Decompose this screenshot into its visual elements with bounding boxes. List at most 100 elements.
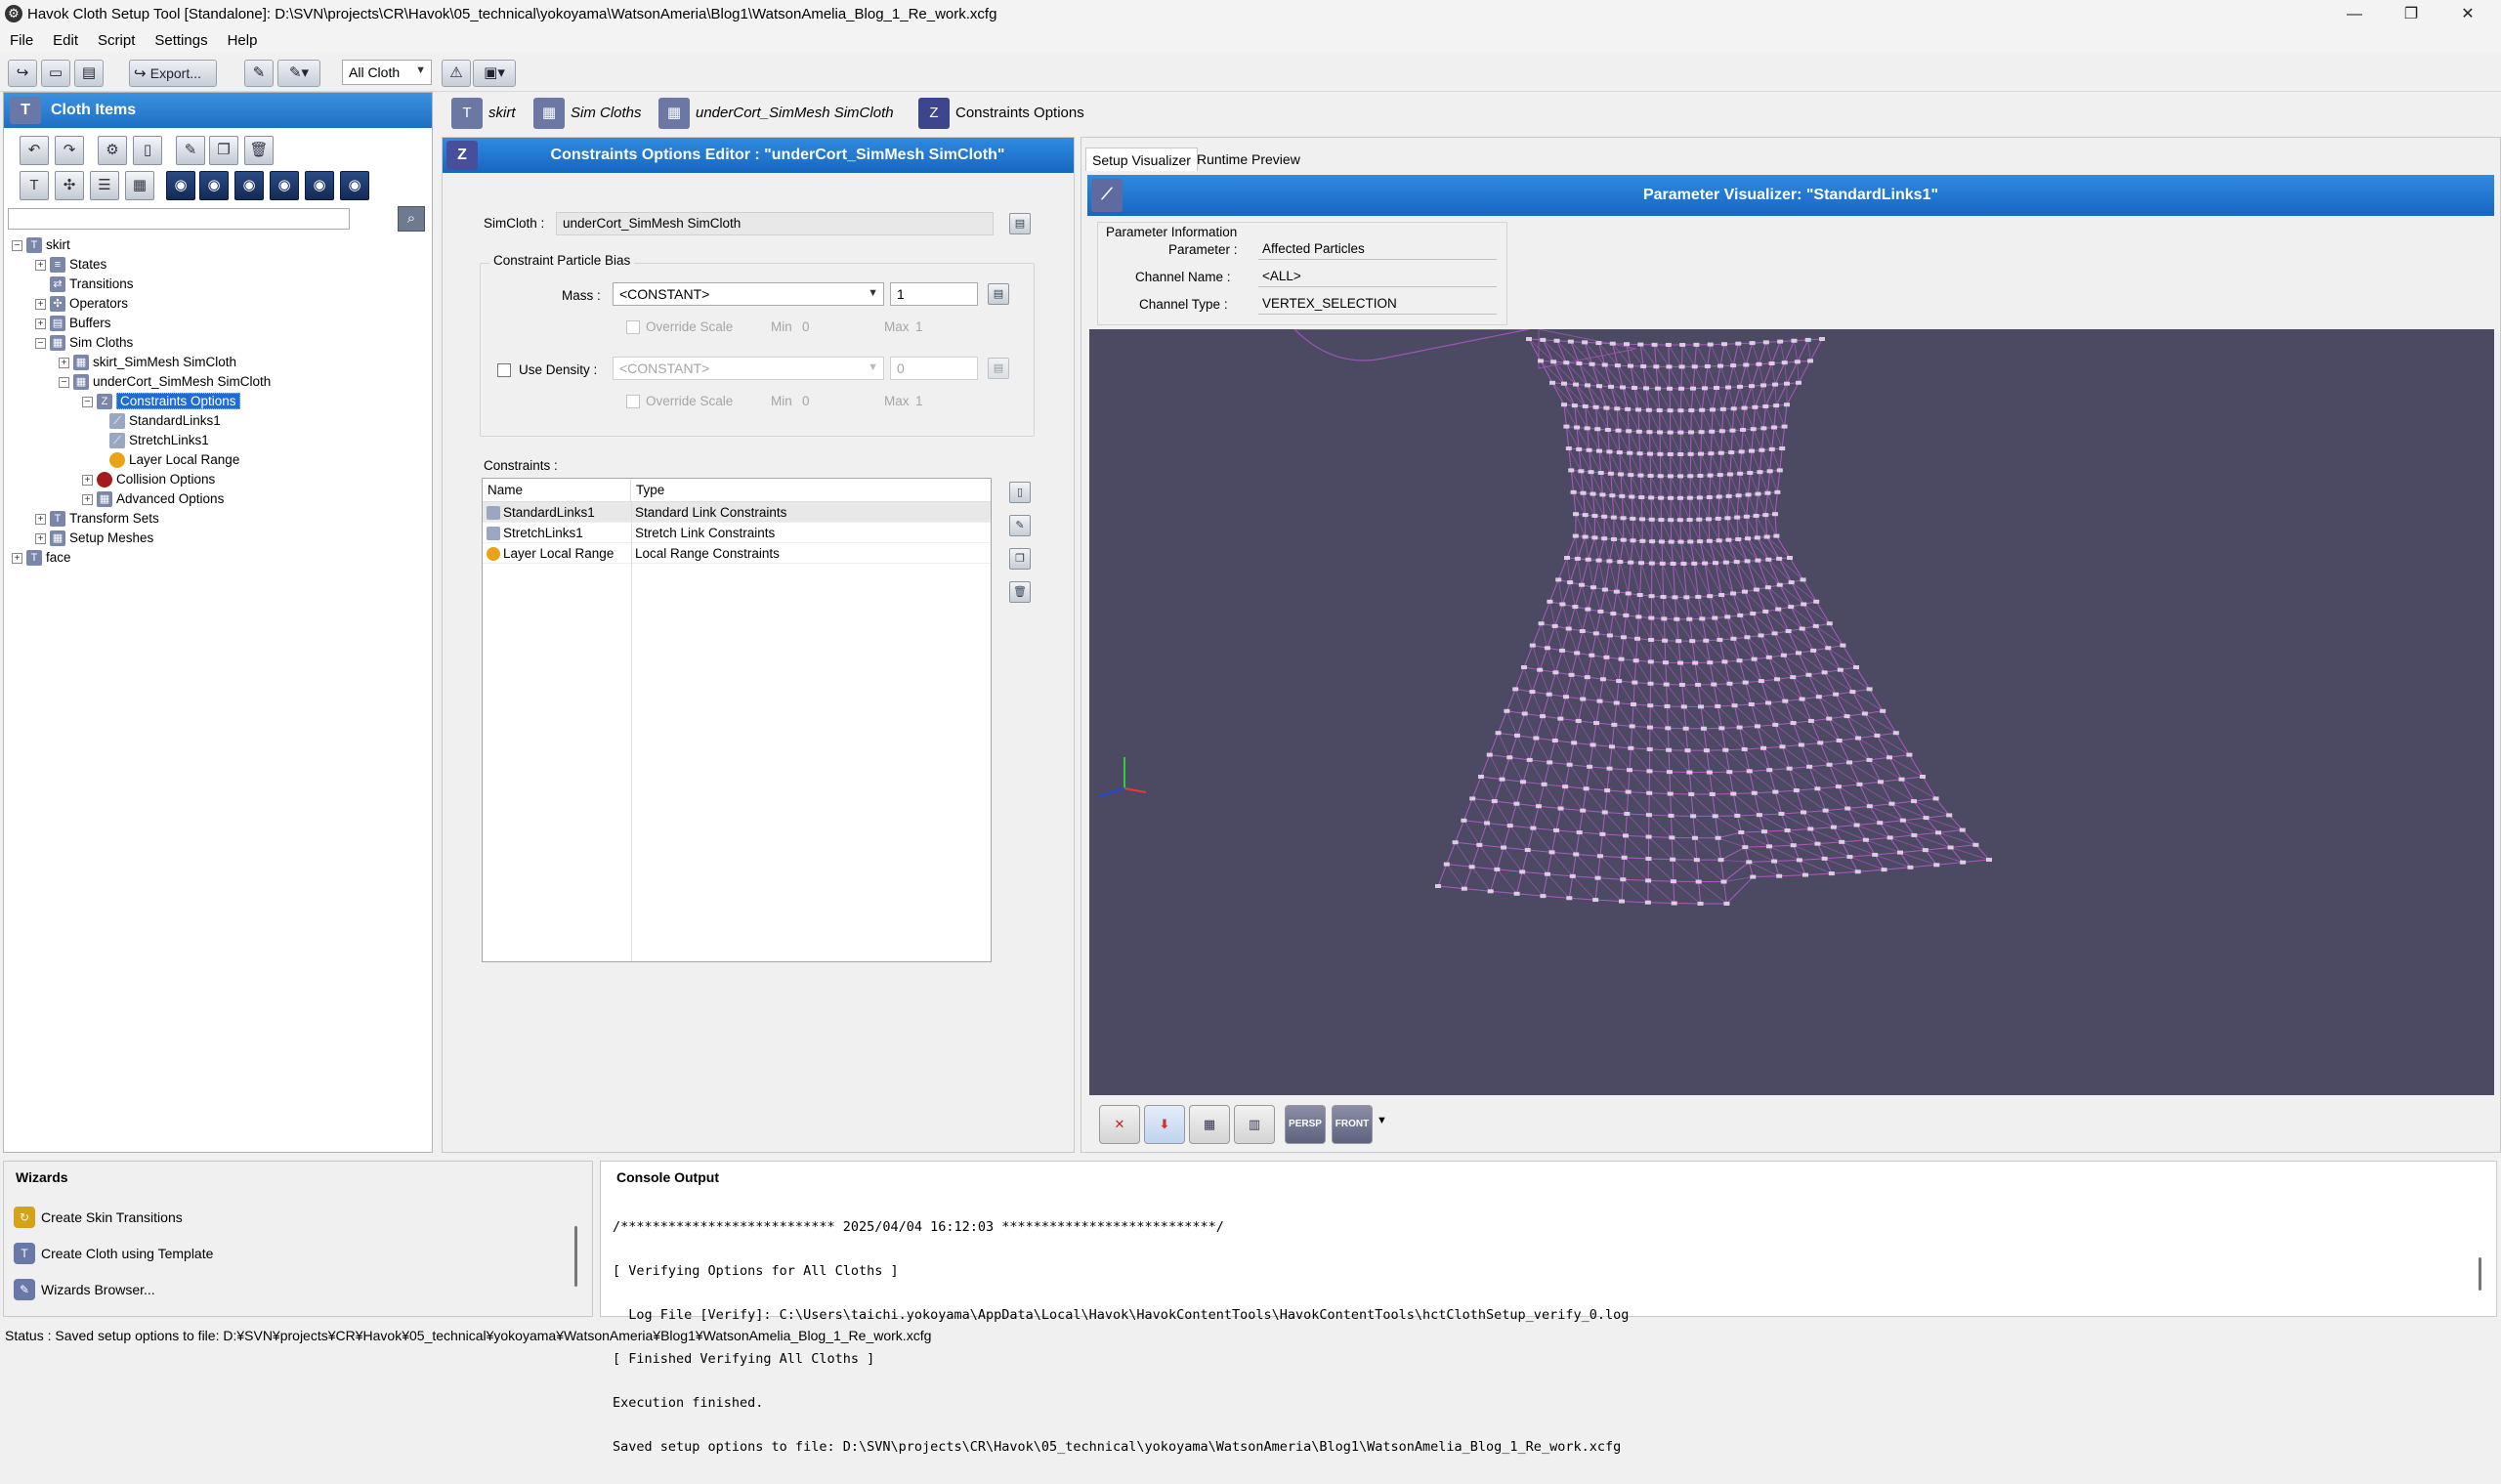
close-button[interactable]: ✕: [2440, 2, 2495, 27]
tab-runtime-preview[interactable]: Runtime Preview: [1191, 148, 1306, 171]
new-document-icon[interactable]: ▯: [133, 136, 162, 165]
density-min-value[interactable]: 0: [802, 394, 810, 408]
collapse-icon[interactable]: −: [35, 338, 46, 349]
mass-override-scale-checkbox[interactable]: [626, 320, 640, 334]
tree-node-transform-sets[interactable]: +TTransform Sets: [35, 509, 159, 529]
minimize-button[interactable]: —: [2327, 2, 2382, 27]
density-value-input[interactable]: 0: [890, 357, 978, 380]
use-density-checkbox[interactable]: [497, 363, 511, 377]
export-button[interactable]: ↪ Export...: [129, 60, 217, 87]
column-header-type[interactable]: Type: [631, 479, 991, 502]
menu-settings[interactable]: Settings: [145, 29, 217, 52]
new-icon[interactable]: ↪: [8, 60, 37, 87]
undo-icon[interactable]: ↶: [20, 136, 49, 165]
perspective-button[interactable]: PERSP: [1285, 1105, 1326, 1144]
breadcrumb-constraints-options[interactable]: ZConstraints Options: [914, 96, 1084, 131]
breadcrumb-undercort-simcloth[interactable]: ▦underCort_SimMesh SimCloth: [655, 96, 894, 131]
wizard-create-skin-transitions[interactable]: ↻Create Skin Transitions: [14, 1205, 183, 1230]
reset-view-icon[interactable]: ✕: [1099, 1105, 1140, 1144]
delete-icon[interactable]: 🗑: [244, 136, 274, 165]
breadcrumb-sim-cloths[interactable]: ▦Sim Cloths: [530, 96, 642, 131]
settings-gear-icon[interactable]: ⚙: [98, 136, 127, 165]
view-icon-4[interactable]: ◉: [270, 171, 299, 200]
redo-icon[interactable]: ↷: [55, 136, 84, 165]
tree-node-operators[interactable]: +✣Operators: [35, 294, 128, 314]
wizards-scrollbar[interactable]: [574, 1226, 577, 1287]
density-max-value[interactable]: 1: [915, 394, 923, 408]
menu-help[interactable]: Help: [218, 29, 268, 52]
view-icon-1[interactable]: ◉: [166, 171, 195, 200]
tree-node-buffers[interactable]: +▤Buffers: [35, 314, 111, 333]
mass-min-value[interactable]: 0: [802, 319, 810, 334]
table-row[interactable]: StandardLinks1Standard Link Constraints: [483, 502, 991, 523]
menu-script[interactable]: Script: [88, 29, 145, 52]
expand-icon[interactable]: +: [82, 494, 93, 505]
expand-icon[interactable]: +: [35, 260, 46, 271]
add-operator-icon[interactable]: ▦: [125, 171, 154, 200]
tree-node-sim-cloths[interactable]: −▦Sim Cloths: [35, 333, 133, 353]
grid-icon[interactable]: ▥: [1234, 1105, 1275, 1144]
copy-constraint-icon[interactable]: ❐: [1009, 548, 1031, 570]
console-scrollbar[interactable]: [2479, 1257, 2481, 1291]
edit-icon[interactable]: ✎: [244, 60, 274, 87]
add-state-icon[interactable]: ✣: [55, 171, 84, 200]
tree-node-skirt[interactable]: −Tskirt: [12, 235, 70, 255]
tree-node-stretchlinks1[interactable]: ⟋StretchLinks1: [109, 431, 209, 450]
tab-setup-visualizer[interactable]: Setup Visualizer: [1085, 148, 1198, 171]
simcloth-select-icon[interactable]: ▤: [1009, 213, 1031, 234]
tree-node-advanced-options[interactable]: +▦Advanced Options: [82, 489, 224, 509]
menu-edit[interactable]: Edit: [43, 29, 88, 52]
expand-icon[interactable]: +: [59, 358, 69, 368]
tree-node-layer-local-range[interactable]: Layer Local Range: [109, 450, 239, 470]
tree-node-transitions[interactable]: ⇄Transitions: [35, 275, 134, 294]
tree-node-states[interactable]: +≡States: [35, 255, 106, 275]
view-icon-2[interactable]: ◉: [199, 171, 229, 200]
front-view-button[interactable]: FRONT: [1332, 1105, 1373, 1144]
tree-node-skirt-simcloth[interactable]: +▦skirt_SimMesh SimCloth: [59, 353, 236, 372]
3d-viewport[interactable]: [1089, 329, 2494, 1095]
wizard-browser[interactable]: ✎Wizards Browser...: [14, 1277, 155, 1302]
add-cloth-icon[interactable]: T: [20, 171, 49, 200]
tree-node-constraints-options[interactable]: −ZConstraints Options: [82, 392, 240, 411]
copy-icon[interactable]: ❐: [209, 136, 238, 165]
density-edit-icon[interactable]: ▤: [988, 358, 1009, 379]
breadcrumb-skirt[interactable]: Tskirt: [447, 96, 516, 131]
menu-file[interactable]: File: [0, 29, 43, 52]
mesh-view-icon[interactable]: ▦: [1189, 1105, 1230, 1144]
edit-item-icon[interactable]: ✎: [176, 136, 205, 165]
collapse-icon[interactable]: −: [12, 240, 22, 251]
table-row[interactable]: Layer Local RangeLocal Range Constraints: [483, 543, 991, 564]
view-icon-6[interactable]: ◉: [340, 171, 369, 200]
drop-arrow-icon[interactable]: ⬇: [1144, 1105, 1185, 1144]
restore-button[interactable]: ❐: [2384, 2, 2438, 27]
tree-search-input[interactable]: [8, 208, 350, 230]
mass-edit-icon[interactable]: ▤: [988, 283, 1009, 305]
mass-channel-select[interactable]: <CONSTANT>▼: [613, 282, 884, 306]
save-icon[interactable]: ▤: [74, 60, 104, 87]
wizard-create-cloth-template[interactable]: TCreate Cloth using Template: [14, 1241, 213, 1266]
tree-node-face[interactable]: +Tface: [12, 548, 71, 568]
expand-icon[interactable]: +: [35, 514, 46, 525]
tree-node-setup-meshes[interactable]: +▦Setup Meshes: [35, 529, 153, 548]
search-icon[interactable]: ⌕: [398, 206, 425, 232]
mass-value-input[interactable]: 1: [890, 282, 978, 306]
view-icon-5[interactable]: ◉: [305, 171, 334, 200]
expand-icon[interactable]: +: [35, 318, 46, 329]
collapse-icon[interactable]: −: [59, 377, 69, 388]
tree-node-collision-options[interactable]: +Collision Options: [82, 470, 215, 489]
delete-constraint-icon[interactable]: 🗑: [1009, 581, 1031, 603]
density-override-scale-checkbox[interactable]: [626, 395, 640, 408]
density-channel-select[interactable]: <CONSTANT>▼: [613, 357, 884, 380]
cloth-filter-select[interactable]: All Cloth▼: [342, 60, 432, 85]
table-row[interactable]: StretchLinks1Stretch Link Constraints: [483, 523, 991, 543]
chevron-down-icon[interactable]: ▼: [1377, 1115, 1387, 1126]
expand-icon[interactable]: +: [35, 533, 46, 544]
view-icon-3[interactable]: ◉: [234, 171, 264, 200]
edit-constraint-icon[interactable]: ✎: [1009, 515, 1031, 536]
tree-node-standardlinks1[interactable]: ⟋StandardLinks1: [109, 411, 221, 431]
edit-dropdown-icon[interactable]: ✎▾: [277, 60, 320, 87]
expand-icon[interactable]: +: [35, 299, 46, 310]
monitor-dropdown-icon[interactable]: ▣▾: [473, 60, 516, 87]
add-buffer-icon[interactable]: ☰: [90, 171, 119, 200]
warning-icon[interactable]: ⚠: [442, 60, 471, 87]
